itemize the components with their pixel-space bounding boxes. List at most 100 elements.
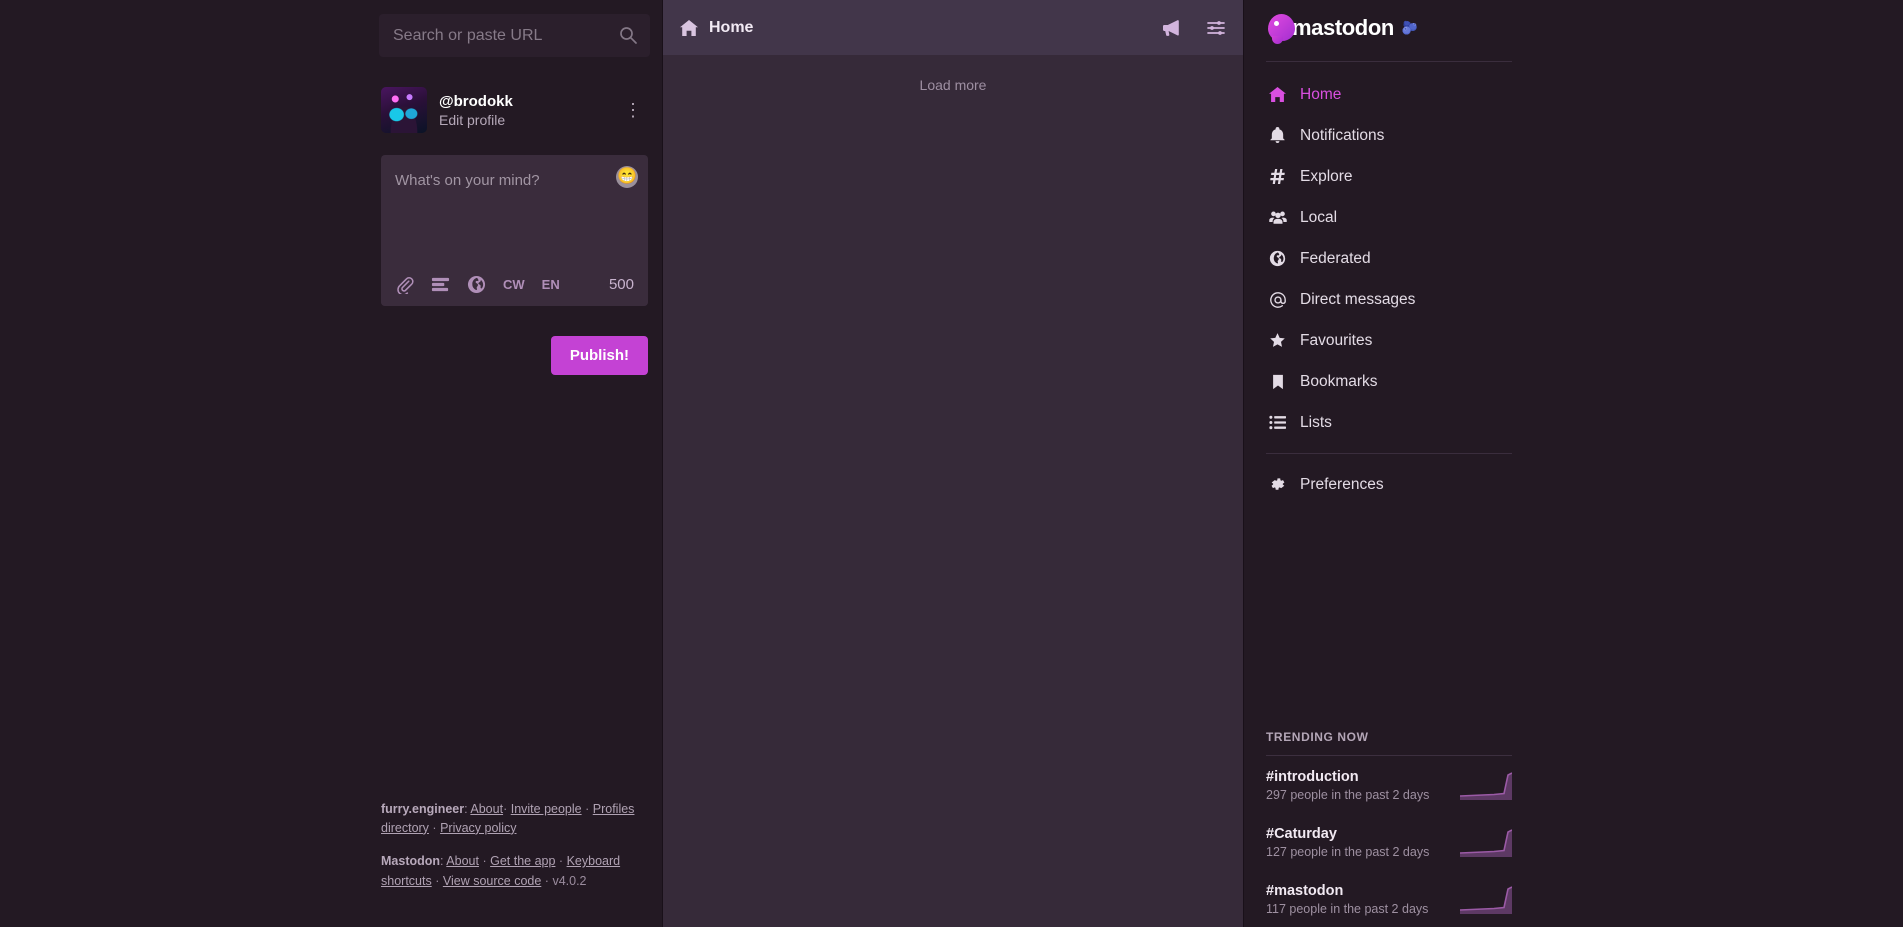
drawer-footer: furry.engineer: About· Invite people · P…	[381, 800, 648, 906]
add-poll-icon[interactable]	[431, 275, 450, 294]
account-options-icon[interactable]: ⋮	[618, 97, 648, 123]
footer-project-name: Mastodon	[381, 854, 440, 868]
attach-file-icon[interactable]	[395, 275, 414, 294]
users-icon	[1268, 208, 1287, 227]
edit-profile-link[interactable]: Edit profile	[439, 112, 513, 128]
custom-emoji-icon: 🫐	[1402, 20, 1418, 36]
trending-text: #Caturday 127 people in the past 2 days	[1266, 826, 1460, 859]
nav-label: Favourites	[1300, 332, 1372, 350]
nav-item-favourites[interactable]: Favourites	[1266, 320, 1512, 361]
at-icon	[1268, 290, 1287, 309]
compose-drawer-column: @brodokk Edit profile ⋮ 😁	[367, 0, 662, 927]
search-container	[379, 14, 650, 57]
trending-tag: #Caturday	[1266, 826, 1460, 842]
nav-item-home[interactable]: Home	[1266, 74, 1512, 115]
trending-count: 297 people in the past 2 days	[1266, 788, 1460, 802]
trending-sparkline	[1460, 772, 1512, 800]
trending-section: TRENDING NOW #introduction 297 people in…	[1266, 730, 1512, 927]
load-more-button[interactable]: Load more	[663, 55, 1243, 115]
trending-count: 117 people in the past 2 days	[1266, 902, 1460, 916]
nav-label: Direct messages	[1300, 291, 1415, 309]
list-icon	[1268, 413, 1287, 432]
column-title: Home	[709, 19, 753, 37]
nav-item-federated[interactable]: Federated	[1266, 238, 1512, 279]
nav-item-direct-messages[interactable]: Direct messages	[1266, 279, 1512, 320]
navigation-list: Home Notifications Explore Local	[1266, 62, 1512, 505]
footer-version: v4.0.2	[552, 874, 586, 888]
footer-instance-name: furry.engineer	[381, 802, 464, 816]
footer-link-privacy-policy[interactable]: Privacy policy	[440, 821, 516, 835]
trending-sparkline	[1460, 829, 1512, 857]
nav-label: Explore	[1300, 168, 1353, 186]
sep: ·	[503, 802, 507, 816]
footer-link-about-instance[interactable]: About	[470, 802, 503, 816]
navigation-column: mastodon 🫐 Home Notifications	[1244, 0, 1534, 927]
column-header[interactable]: Home	[663, 0, 1243, 55]
sep: ·	[559, 854, 563, 868]
column-header-actions	[1160, 18, 1226, 38]
footer-instance-line: furry.engineer: About· Invite people · P…	[381, 800, 648, 839]
hashtag-icon	[1268, 167, 1287, 186]
footer-link-about-mastodon[interactable]: About	[446, 854, 479, 868]
nav-label: Bookmarks	[1300, 373, 1378, 391]
trending-text: #mastodon 117 people in the past 2 days	[1266, 883, 1460, 916]
emoji-picker-icon[interactable]: 😁	[616, 166, 638, 188]
nav-separator	[1266, 453, 1512, 454]
left-gutter	[0, 0, 367, 927]
globe-icon	[1268, 249, 1287, 268]
sep: ·	[435, 874, 439, 888]
nav-label: Federated	[1300, 250, 1371, 268]
language-button[interactable]: EN	[542, 277, 560, 292]
visibility-globe-icon[interactable]	[467, 275, 486, 294]
account-handle: @brodokk	[439, 93, 513, 110]
announcements-icon[interactable]	[1160, 18, 1180, 38]
character-counter: 500	[609, 276, 634, 293]
mastodon-web-app: @brodokk Edit profile ⋮ 😁	[0, 0, 1903, 927]
sep: ·	[585, 802, 589, 816]
footer-link-view-source-code[interactable]: View source code	[443, 874, 541, 888]
footer-link-get-the-app[interactable]: Get the app	[490, 854, 555, 868]
compose-textarea[interactable]	[381, 155, 648, 258]
mastodon-wordmark: mastodon	[1292, 15, 1394, 41]
avatar[interactable]	[381, 87, 427, 133]
nav-label: Notifications	[1300, 127, 1384, 145]
compose-textarea-container: 😁	[381, 155, 648, 263]
nav-item-lists[interactable]: Lists	[1266, 402, 1512, 443]
trending-heading: TRENDING NOW	[1266, 730, 1512, 755]
mastodon-logo[interactable]: mastodon 🫐	[1266, 0, 1512, 55]
publish-button[interactable]: Publish!	[551, 336, 648, 375]
account-summary[interactable]: @brodokk Edit profile ⋮	[381, 87, 648, 133]
content-warning-button[interactable]: CW	[503, 277, 525, 292]
bell-icon	[1268, 126, 1287, 145]
nav-item-notifications[interactable]: Notifications	[1266, 115, 1512, 156]
publish-row: Publish!	[381, 336, 648, 375]
nav-item-local[interactable]: Local	[1266, 197, 1512, 238]
nav-label: Lists	[1300, 414, 1332, 432]
footer-link-invite-people[interactable]: Invite people	[511, 802, 582, 816]
compose-toolbar: CW EN 500	[381, 263, 648, 306]
trending-item[interactable]: #introduction 297 people in the past 2 d…	[1266, 756, 1512, 813]
trending-tag: #introduction	[1266, 769, 1460, 785]
trending-item[interactable]: #Caturday 127 people in the past 2 days	[1266, 813, 1512, 870]
compose-form: 😁	[381, 155, 648, 306]
column-settings-icon[interactable]	[1206, 18, 1226, 38]
search-input[interactable]	[379, 14, 650, 57]
trending-count: 127 people in the past 2 days	[1266, 845, 1460, 859]
sep: ·	[432, 821, 436, 835]
trending-item[interactable]: #mastodon 117 people in the past 2 days	[1266, 870, 1512, 927]
nav-item-preferences[interactable]: Preferences	[1266, 464, 1512, 505]
nav-label: Local	[1300, 209, 1337, 227]
trending-sparkline	[1460, 886, 1512, 914]
nav-item-bookmarks[interactable]: Bookmarks	[1266, 361, 1512, 402]
mastodon-mark-icon	[1268, 14, 1295, 41]
home-timeline-column: Home	[663, 0, 1243, 927]
star-icon	[1268, 331, 1287, 350]
account-text: @brodokk Edit profile	[439, 93, 513, 128]
nav-label: Preferences	[1300, 476, 1384, 494]
timeline-body: Load more	[663, 55, 1243, 927]
sep: ·	[545, 874, 549, 888]
nav-item-explore[interactable]: Explore	[1266, 156, 1512, 197]
nav-label: Home	[1300, 86, 1341, 104]
home-icon	[1268, 85, 1287, 104]
right-gutter	[1534, 0, 1903, 927]
